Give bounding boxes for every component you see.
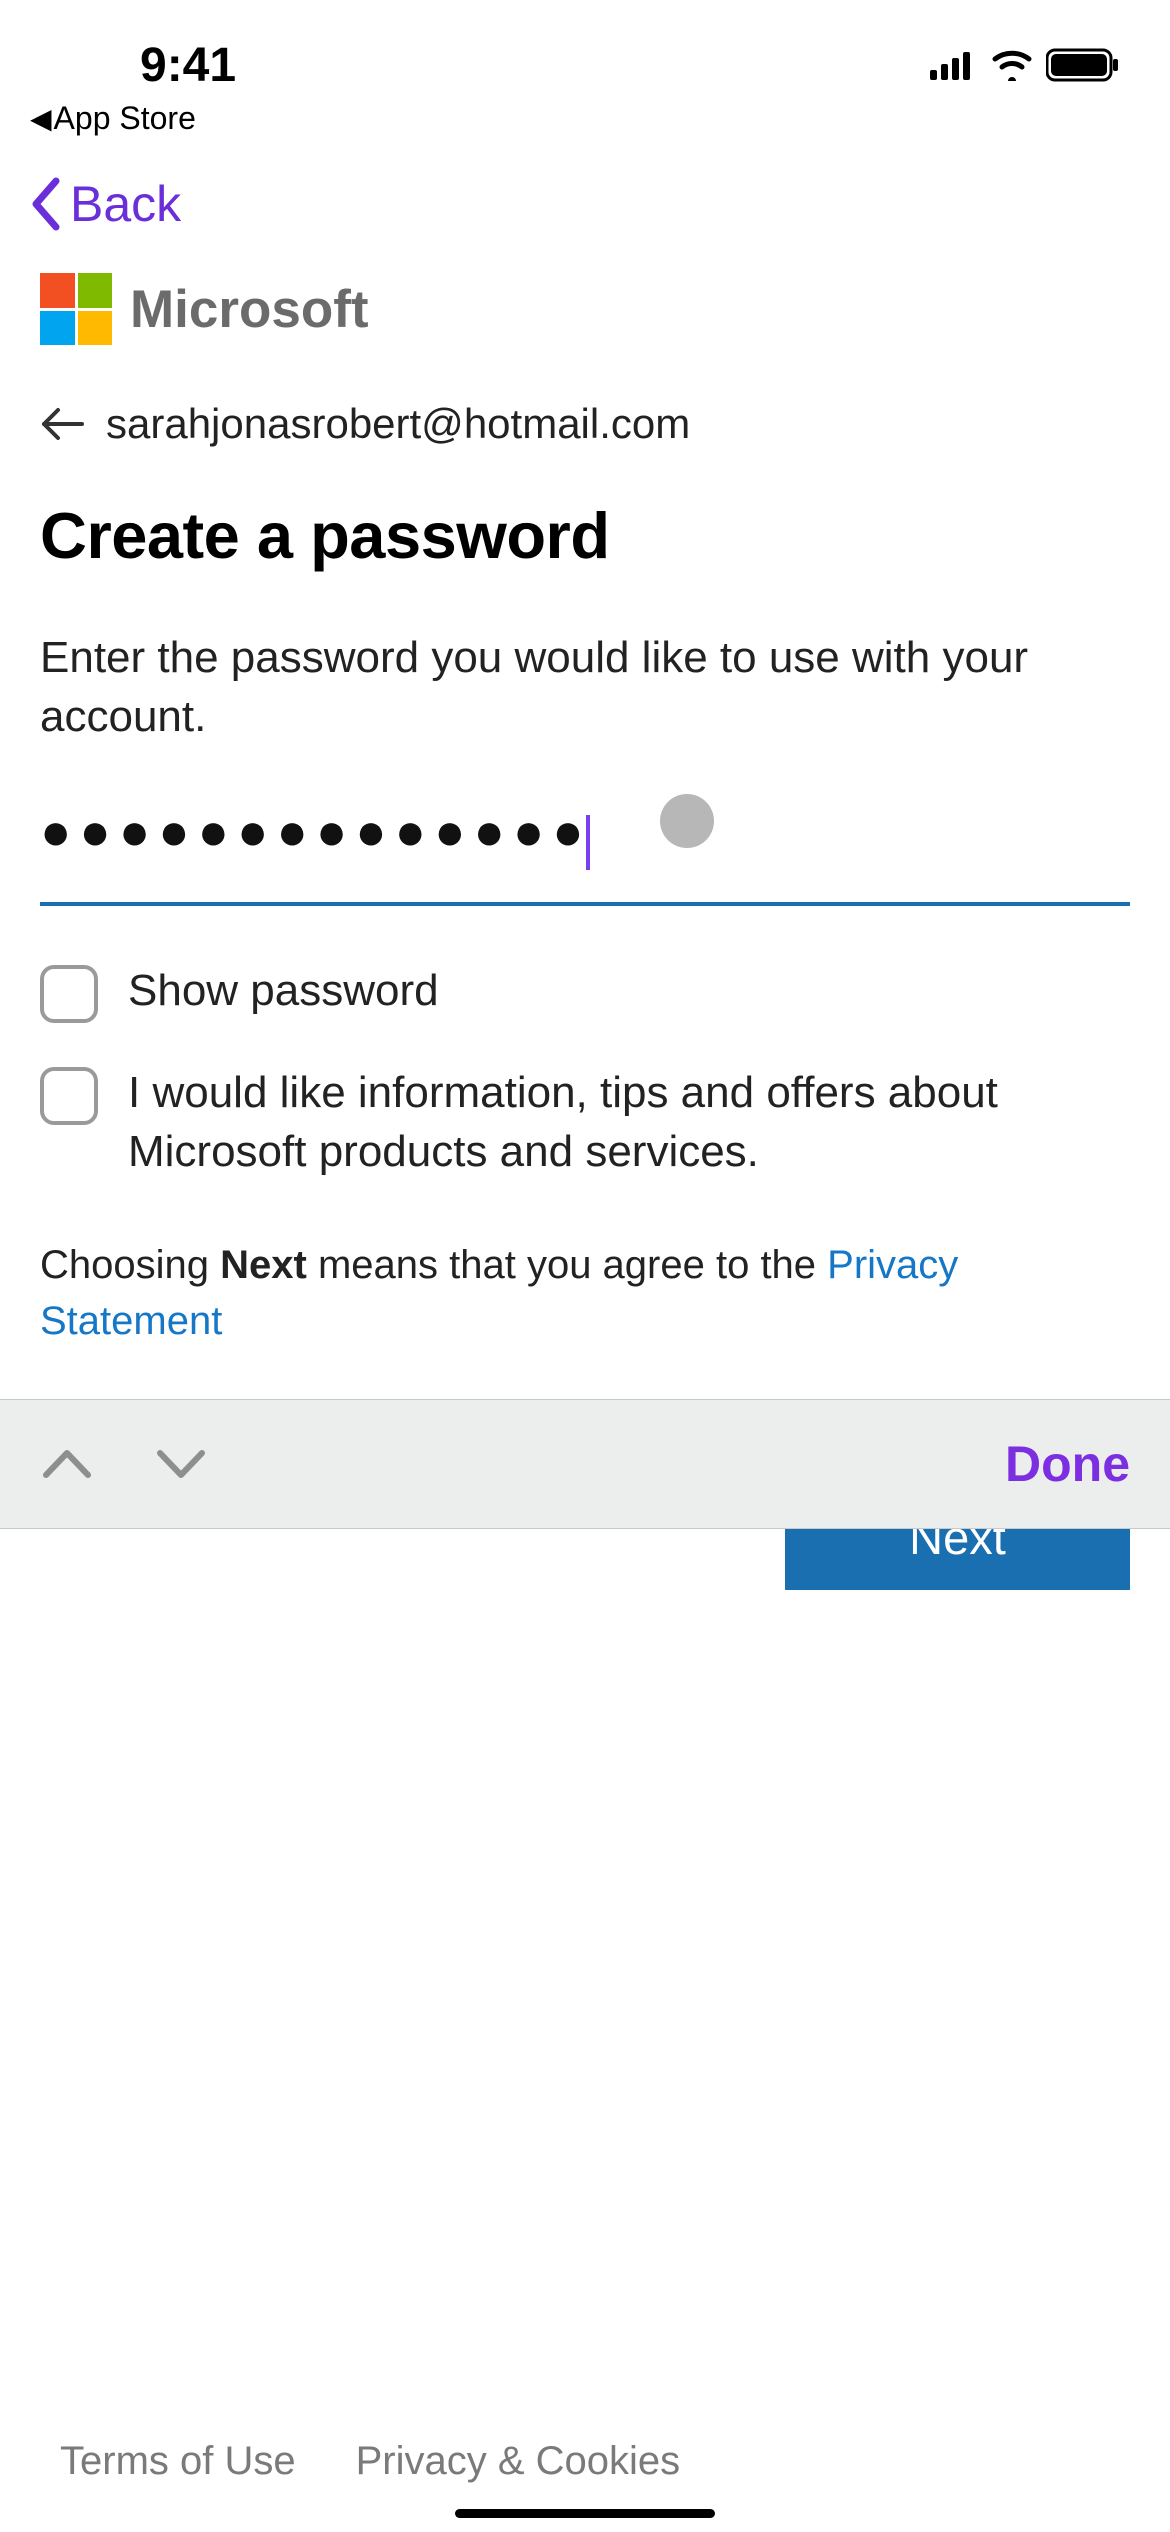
chevron-left-icon: [30, 177, 60, 231]
marketing-optin-checkbox[interactable]: [40, 1067, 98, 1125]
battery-icon: [1046, 48, 1120, 82]
privacy-cookies-link[interactable]: Privacy & Cookies: [356, 2439, 681, 2484]
status-indicators: [930, 48, 1120, 82]
agreement-text: Choosing Next means that you agree to th…: [40, 1237, 1130, 1349]
return-triangle-icon: ◀: [30, 102, 52, 135]
show-password-checkbox[interactable]: [40, 965, 98, 1023]
done-button[interactable]: Done: [1005, 1435, 1130, 1493]
next-field-icon[interactable]: [154, 1447, 208, 1481]
account-email-row[interactable]: sarahjonasrobert@hotmail.com: [40, 400, 1130, 448]
password-input[interactable]: ●●●●●●●●●●●●●●: [40, 802, 1130, 906]
back-button[interactable]: Back: [0, 145, 1170, 253]
marketing-optin-label: I would like information, tips and offer…: [128, 1063, 1130, 1182]
marketing-optin-row[interactable]: I would like information, tips and offer…: [40, 1063, 1130, 1182]
terms-of-use-link[interactable]: Terms of Use: [60, 2439, 296, 2484]
keyboard-accessory-bar: Done: [0, 1399, 1170, 1529]
microsoft-logo-icon: [40, 273, 112, 345]
arrow-left-icon: [40, 405, 84, 443]
status-time: 9:41: [140, 38, 236, 93]
show-password-label: Show password: [128, 961, 439, 1020]
cellular-icon: [930, 50, 978, 80]
wifi-icon: [990, 49, 1034, 81]
footer-links: Terms of Use Privacy & Cookies: [0, 2439, 1170, 2484]
prev-field-icon[interactable]: [40, 1447, 94, 1481]
page-title: Create a password: [40, 498, 1130, 573]
account-email: sarahjonasrobert@hotmail.com: [106, 400, 690, 448]
brand-header: Microsoft: [40, 273, 1130, 345]
home-indicator[interactable]: [455, 2509, 715, 2518]
status-bar: 9:41: [0, 0, 1170, 100]
touch-indicator: [660, 794, 714, 848]
back-label: Back: [70, 175, 181, 233]
return-to-app[interactable]: ◀ App Store: [0, 100, 1170, 145]
text-caret: [586, 815, 590, 870]
return-to-app-label: App Store: [54, 100, 196, 137]
instruction-text: Enter the password you would like to use…: [40, 628, 1130, 747]
brand-name: Microsoft: [130, 279, 369, 340]
show-password-row[interactable]: Show password: [40, 961, 1130, 1023]
password-masked-value: ●●●●●●●●●●●●●●: [40, 803, 592, 861]
